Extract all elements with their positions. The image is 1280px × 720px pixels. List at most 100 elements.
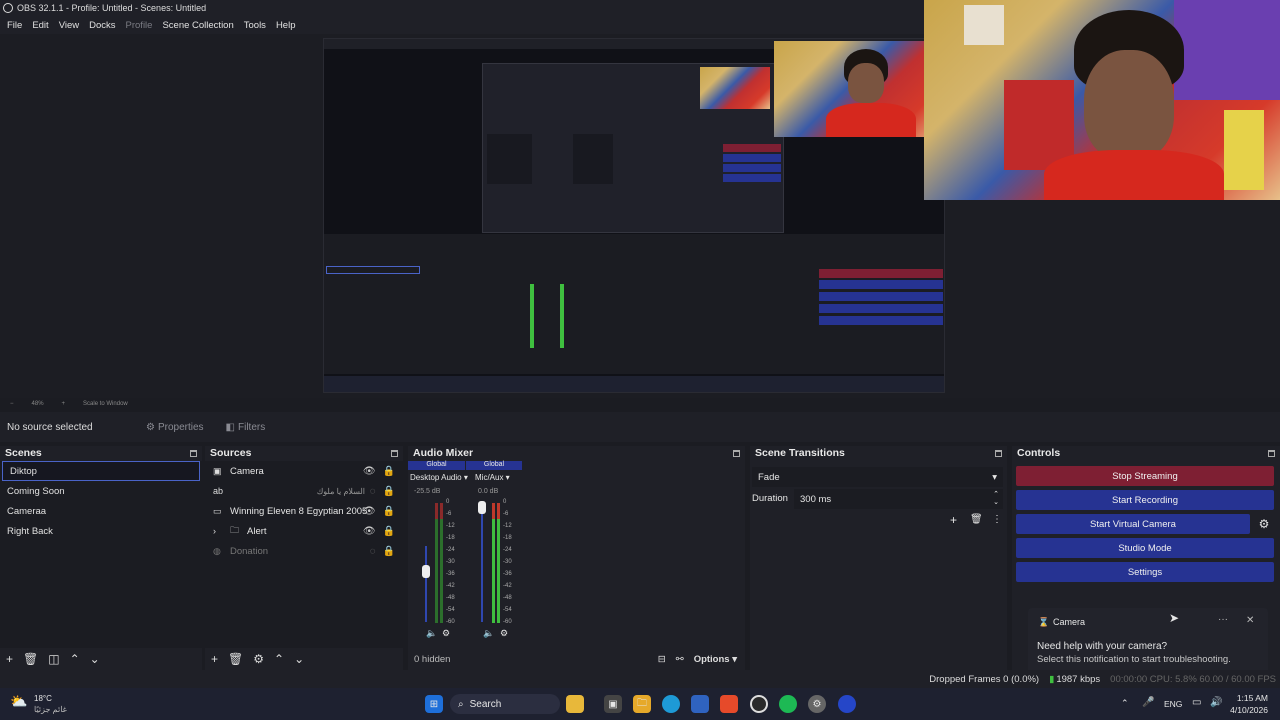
lock-icon[interactable]: 🔒 [383,466,395,477]
menu-profile[interactable]: Profile [121,20,158,31]
volume-slider-handle[interactable] [478,501,486,514]
chevron-down-icon: ▾ [992,471,997,483]
zoom-minus-button[interactable]: − [10,401,14,407]
obs-icon[interactable] [750,695,768,713]
menu-file[interactable]: File [2,20,27,31]
undock-icon[interactable] [733,449,740,457]
volume-icon[interactable]: 🔊 [1210,697,1222,708]
options-button[interactable]: Options ▾ [694,654,737,665]
menu-tools[interactable]: Tools [239,20,271,31]
expand-arrow-icon[interactable]: › [213,526,227,536]
microphone-icon[interactable]: 🎤 [1142,697,1154,708]
camera-notification[interactable]: ⌛ Camera ··· ✕ Need help with your camer… [1028,608,1268,678]
gear-icon[interactable]: ⚙ [1254,514,1274,534]
start-virtual-camera-button[interactable]: Start Virtual Camera [1016,514,1250,534]
stop-streaming-button[interactable]: Stop Streaming [1016,466,1274,486]
source-item[interactable]: ab السلام يا ملوك ◌ 🔒 [205,481,403,501]
lock-icon[interactable]: 🔒 [383,486,395,497]
volume-slider-handle[interactable] [422,565,430,578]
preview-canvas[interactable] [323,38,945,393]
start-recording-button[interactable]: Start Recording [1016,490,1274,510]
duration-field[interactable]: 300 ms ⌃ ⌄ [794,489,1003,509]
settings-button[interactable]: Settings [1016,562,1274,582]
channel-name[interactable]: Mic/Aux ▾ [475,473,510,482]
trash-icon[interactable]: 🗑 [970,514,983,525]
source-item[interactable]: ▣ Camera 👁 🔒 [205,461,403,481]
menu-edit[interactable]: Edit [27,20,53,31]
scene-item[interactable]: Coming Soon [0,481,202,501]
volume-slider-track[interactable] [481,509,483,622]
move-down-icon[interactable]: ⌄ [90,652,100,666]
store-icon[interactable] [691,695,709,713]
move-up-icon[interactable]: ⌃ [274,652,284,666]
undock-icon[interactable] [995,449,1002,457]
spinner-icon[interactable]: ⌃ ⌄ [993,491,999,507]
clock-date[interactable]: 4/10/2026 [1228,705,1268,715]
undock-icon[interactable] [1268,449,1275,457]
more-icon[interactable]: ⋮ [992,514,1002,525]
app-icon[interactable] [838,695,856,713]
menu-scene-collection[interactable]: Scene Collection [157,20,238,31]
menu-view[interactable]: View [54,20,84,31]
add-source-icon[interactable]: + [211,652,218,666]
gear-icon[interactable]: ⚙ [500,628,508,639]
source-item[interactable]: ▭ Winning Eleven 8 Egyptian 2005 👁 🔒 [205,501,403,521]
scene-item[interactable]: Right Back [0,521,202,541]
settings-app-icon[interactable]: ⚙ [808,695,826,713]
lock-icon[interactable]: 🔒 [383,546,395,557]
transition-select[interactable]: Fade ▾ [752,467,1003,487]
edge-icon[interactable] [662,695,680,713]
nested-webcam [774,41,944,137]
file-explorer-icon[interactable]: 🗀 [633,695,651,713]
scene-item[interactable]: Cameraa [0,501,202,521]
layout-icon[interactable]: ⊟ [658,654,666,665]
eye-icon[interactable]: 👁 [363,466,376,477]
link-icon[interactable]: ⚯ [676,654,684,665]
volume-slider-track[interactable] [425,546,427,622]
scene-item[interactable]: Diktop [2,461,200,481]
lock-icon[interactable]: 🔒 [383,506,395,517]
weather-icon[interactable]: ⛅ [10,693,27,710]
zoom-plus-button[interactable]: + [62,401,66,407]
speaker-icon[interactable]: 🔈 [483,628,494,639]
channel-name[interactable]: Desktop Audio ▾ [410,473,468,482]
gear-icon[interactable]: ⚙ [442,628,450,639]
eye-hidden-icon[interactable]: ◌ [370,486,376,497]
spotify-icon[interactable] [779,695,797,713]
speaker-icon[interactable]: 🔈 [426,628,437,639]
language-indicator[interactable]: ENG [1164,699,1182,709]
trash-icon[interactable]: 🗑 [23,652,38,666]
studio-mode-button[interactable]: Studio Mode [1016,538,1274,558]
eye-icon[interactable]: 👁 [363,506,376,517]
menu-help[interactable]: Help [271,20,301,31]
windows-start-icon[interactable]: ⊞ [425,695,443,713]
network-icon[interactable]: ▭ [1192,697,1201,708]
add-scene-icon[interactable]: + [6,652,13,666]
scale-mode[interactable]: Scale to Window [83,401,128,407]
menu-docks[interactable]: Docks [84,20,120,31]
game-icon[interactable] [566,695,584,713]
lock-icon[interactable]: 🔒 [383,526,395,537]
task-view-icon[interactable]: ▣ [604,695,622,713]
add-transition-icon[interactable]: + [950,513,957,527]
sources-list: ▣ Camera 👁 🔒 ab السلام يا ملوك ◌ 🔒 ▭ Winni… [205,461,403,648]
filters-button[interactable]: ◧ Filters [226,422,266,433]
more-icon[interactable]: ··· [1218,614,1228,625]
taskbar-search[interactable]: ⌕ Search [450,694,560,714]
move-up-icon[interactable]: ⌃ [70,652,80,666]
brave-icon[interactable] [720,695,738,713]
clock-time[interactable]: 1:15 AM [1236,693,1268,703]
filter-icon[interactable]: ◫ [48,652,59,666]
source-item[interactable]: ◍ Donation ◌ 🔒 [205,541,403,561]
undock-icon[interactable] [391,449,398,457]
properties-button[interactable]: ⚙ Properties [146,422,204,433]
undock-icon[interactable] [190,449,197,457]
source-item[interactable]: › 🗀 Alert 👁 🔒 [205,521,403,541]
gear-icon[interactable]: ⚙ [253,652,264,666]
close-icon[interactable]: ✕ [1246,615,1254,626]
chevron-up-icon[interactable]: ⌃ [1121,698,1129,709]
move-down-icon[interactable]: ⌄ [294,652,304,666]
trash-icon[interactable]: 🗑 [228,652,243,666]
eye-hidden-icon[interactable]: ◌ [370,546,376,557]
eye-icon[interactable]: 👁 [363,526,376,537]
